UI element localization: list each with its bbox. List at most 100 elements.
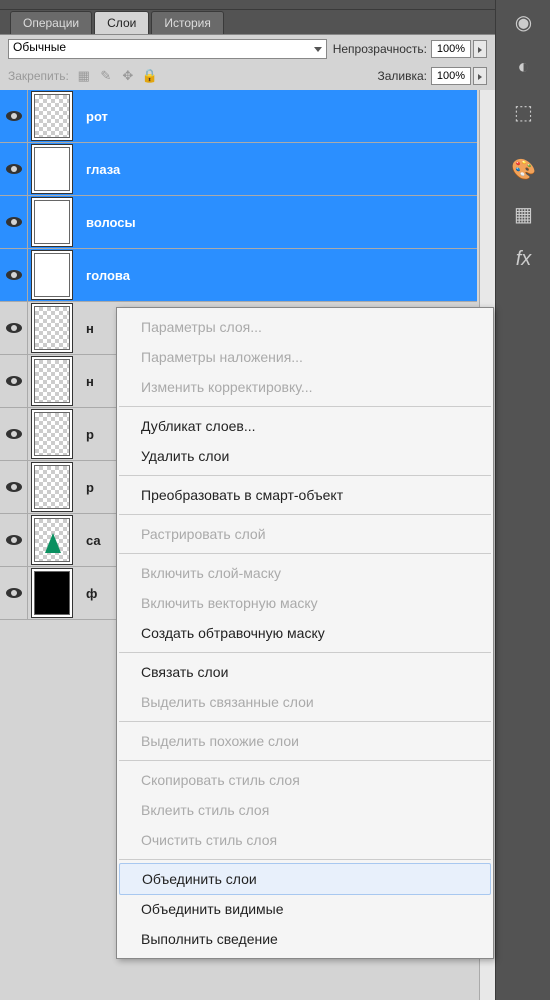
- dock-styles-icon[interactable]: fx: [496, 237, 550, 282]
- eye-icon: [6, 111, 22, 121]
- layer-visibility-toggle[interactable]: [0, 302, 28, 354]
- menu-item: Вклеить стиль слоя: [117, 795, 493, 825]
- layer-thumbnail[interactable]: [28, 249, 76, 301]
- dock-navigator-icon[interactable]: ◉: [496, 0, 550, 45]
- thumbnail-image: [34, 412, 70, 456]
- menu-item: Очистить стиль слоя: [117, 825, 493, 855]
- layer-visibility-toggle[interactable]: [0, 355, 28, 407]
- layer-row[interactable]: рот: [0, 90, 477, 143]
- tab-layers[interactable]: Слои: [94, 11, 149, 34]
- thumbnail-image: [34, 147, 70, 191]
- menu-separator: [119, 859, 491, 860]
- layer-visibility-toggle[interactable]: [0, 143, 28, 195]
- layer-thumbnail[interactable]: [28, 408, 76, 460]
- opacity-label: Непрозрачность:: [333, 42, 427, 56]
- layer-name-label[interactable]: волосы: [76, 215, 477, 230]
- menu-item[interactable]: Создать обтравочную маску: [117, 618, 493, 648]
- menu-item[interactable]: Преобразовать в смарт-объект: [117, 480, 493, 510]
- layer-thumbnail[interactable]: [28, 461, 76, 513]
- layer-row[interactable]: голова: [0, 249, 477, 302]
- layer-thumbnail[interactable]: [28, 567, 76, 619]
- layer-thumbnail[interactable]: [28, 196, 76, 248]
- layer-row[interactable]: глаза: [0, 143, 477, 196]
- menu-item[interactable]: Объединить слои: [119, 863, 491, 895]
- layer-name-label[interactable]: голова: [76, 268, 477, 283]
- side-dock: ◉ ◐ ⬚ 🎨 ▦ fx: [495, 0, 550, 1000]
- lock-fill-row: Закрепить: ▦ ✎ ✥ 🔒 Заливка:: [0, 62, 495, 90]
- thumbnail-image: [34, 465, 70, 509]
- panel-tabs: Операции Слои История: [0, 10, 495, 34]
- layer-visibility-toggle[interactable]: [0, 408, 28, 460]
- lock-transparent-icon[interactable]: ▦: [75, 67, 93, 85]
- layer-row[interactable]: волосы: [0, 196, 477, 249]
- eye-icon: [6, 429, 22, 439]
- thumbnail-image: [34, 253, 70, 297]
- opacity-input[interactable]: [431, 40, 471, 58]
- top-bar: [0, 0, 495, 10]
- layer-thumbnail[interactable]: [28, 302, 76, 354]
- menu-item: Изменить корректировку...: [117, 372, 493, 402]
- lock-label: Закрепить:: [8, 69, 69, 83]
- menu-item: Скопировать стиль слоя: [117, 765, 493, 795]
- menu-item: Параметры слоя...: [117, 312, 493, 342]
- eye-icon: [6, 217, 22, 227]
- dock-color-icon[interactable]: ◐: [496, 45, 550, 90]
- tab-operations[interactable]: Операции: [10, 11, 92, 34]
- thumbnail-image: [34, 518, 70, 562]
- layer-visibility-toggle[interactable]: [0, 461, 28, 513]
- eye-icon: [6, 535, 22, 545]
- fill-input[interactable]: [431, 67, 471, 85]
- layer-visibility-toggle[interactable]: [0, 249, 28, 301]
- menu-item: Выделить похожие слои: [117, 726, 493, 756]
- layer-name-label[interactable]: рот: [76, 109, 477, 124]
- layer-visibility-toggle[interactable]: [0, 567, 28, 619]
- menu-item: Растрировать слой: [117, 519, 493, 549]
- thumbnail-image: [34, 200, 70, 244]
- eye-icon: [6, 323, 22, 333]
- layer-visibility-toggle[interactable]: [0, 514, 28, 566]
- menu-separator: [119, 553, 491, 554]
- layer-thumbnail[interactable]: [28, 355, 76, 407]
- menu-item[interactable]: Удалить слои: [117, 441, 493, 471]
- lock-all-icon[interactable]: 🔒: [141, 67, 159, 85]
- menu-item: Включить векторную маску: [117, 588, 493, 618]
- thumbnail-image: [34, 359, 70, 403]
- lock-position-icon[interactable]: ✥: [119, 67, 137, 85]
- menu-separator: [119, 514, 491, 515]
- tab-history[interactable]: История: [151, 11, 224, 34]
- eye-icon: [6, 588, 22, 598]
- menu-separator: [119, 652, 491, 653]
- layer-context-menu: Параметры слоя...Параметры наложения...И…: [116, 307, 494, 959]
- menu-separator: [119, 721, 491, 722]
- eye-icon: [6, 376, 22, 386]
- layer-thumbnail[interactable]: [28, 90, 76, 142]
- dock-paths-icon[interactable]: ⬚: [496, 90, 550, 135]
- menu-item[interactable]: Объединить видимые: [117, 894, 493, 924]
- menu-item[interactable]: Связать слои: [117, 657, 493, 687]
- layer-thumbnail[interactable]: [28, 143, 76, 195]
- layer-thumbnail[interactable]: [28, 514, 76, 566]
- fill-label: Заливка:: [377, 69, 427, 83]
- eye-icon: [6, 482, 22, 492]
- menu-item[interactable]: Выполнить сведение: [117, 924, 493, 954]
- dock-grid-icon[interactable]: ▦: [496, 192, 550, 237]
- thumbnail-image: [34, 306, 70, 350]
- thumbnail-image: [34, 94, 70, 138]
- thumbnail-image: [34, 571, 70, 615]
- menu-item: Выделить связанные слои: [117, 687, 493, 717]
- layer-visibility-toggle[interactable]: [0, 196, 28, 248]
- eye-icon: [6, 164, 22, 174]
- menu-item: Включить слой-маску: [117, 558, 493, 588]
- eye-icon: [6, 270, 22, 280]
- fill-flyout[interactable]: [473, 67, 487, 85]
- blend-mode-select[interactable]: Обычные: [8, 39, 327, 59]
- menu-separator: [119, 475, 491, 476]
- opacity-flyout[interactable]: [473, 40, 487, 58]
- lock-image-icon[interactable]: ✎: [97, 67, 115, 85]
- layer-visibility-toggle[interactable]: [0, 90, 28, 142]
- menu-item[interactable]: Дубликат слоев...: [117, 411, 493, 441]
- blend-opacity-row: Обычные Непрозрачность:: [0, 34, 495, 62]
- menu-separator: [119, 406, 491, 407]
- layer-name-label[interactable]: глаза: [76, 162, 477, 177]
- dock-swatches-icon[interactable]: 🎨: [496, 147, 550, 192]
